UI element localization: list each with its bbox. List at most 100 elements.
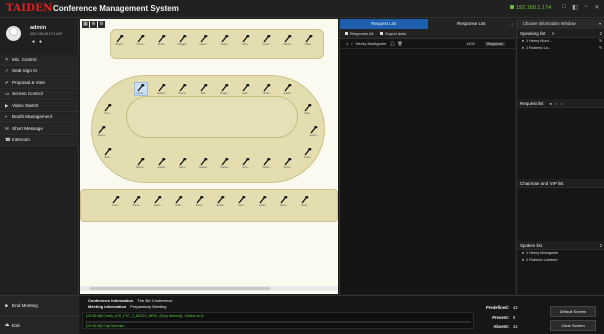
exit-icon: ⏏ [5,322,10,327]
seat[interactable]: Bernic... [135,156,147,170]
restore-button[interactable]: ◧ [572,4,578,11]
seat[interactable]: Ciaran... [282,33,294,47]
seat[interactable]: Stan... [302,102,314,116]
table-row[interactable]: 1 ▪ Henry Montgome 🎧 🗑 1400 Response [340,39,515,49]
list-item[interactable]: ♦ 2 Roberto La... ✎ [517,45,604,52]
seat[interactable]: Luke... [240,82,252,96]
seat[interactable]: Helen... [198,33,210,47]
stat-label: Present: [492,314,509,320]
seat[interactable]: Anton... [308,124,320,138]
conference-info-label: Conference information [88,298,134,303]
pin-icon[interactable]: ✎ [599,38,602,45]
seat[interactable]: Phil... [198,82,210,96]
pin-icon[interactable]: ✎ [599,45,602,52]
seat[interactable]: Caspe... [219,156,231,170]
seat[interactable]: Steve... [131,194,143,208]
seat[interactable]: Kevin... [261,33,273,47]
seat[interactable]: Maggie... [177,33,189,47]
seat[interactable]: Larry... [240,33,252,47]
microphone-icon [238,196,246,204]
seat[interactable]: Trevor... [96,124,108,138]
seat[interactable]: Roger... [219,82,231,96]
seat[interactable]: Heidi... [257,194,269,208]
user-name: admin [30,25,47,31]
request-header: Request list ●○○ [517,99,604,108]
microphone-icon [263,158,271,166]
seat[interactable]: Jeffer... [173,194,185,208]
tab-response-list[interactable]: Response List [427,19,515,29]
seat[interactable]: Yvette... [219,33,231,47]
clear-screen-button[interactable]: Clear Screen [550,320,596,331]
seat[interactable]: Angeli... [156,156,168,170]
sidebar-item-intercom[interactable]: ☎ Intercom [0,135,79,146]
seat[interactable]: Harry... [177,156,189,170]
user-icon: ♦ [522,258,524,262]
seat[interactable]: Daniel... [198,156,210,170]
speaking-icons[interactable]: ✕ [552,29,558,38]
scroll-thumb[interactable] [90,287,270,290]
seat[interactable]: John... [240,156,252,170]
request-tabs: Request List Response List [340,19,515,29]
seat[interactable]: Norm... [278,194,290,208]
sidebar-item-short-message[interactable]: ✉ Short Message [0,124,79,135]
seat[interactable]: Henry... [135,82,147,96]
seat[interactable]: Vanha... [215,194,227,208]
seat[interactable]: Austin... [282,82,294,96]
minimize-button[interactable]: − [583,4,589,11]
seat[interactable]: Bruce... [177,82,189,96]
seat[interactable]: Steve... [194,194,206,208]
sidebar-item-seat-sign-in[interactable]: ✓ Seat Sign In [0,66,79,77]
list-item: ♦ 2 Roberto Lambert [517,257,604,264]
fullscreen-button[interactable]: □ [561,4,567,11]
settings-icon[interactable]: ⚙ [98,21,105,28]
seat[interactable]: Erik... [102,146,114,160]
stat-value: 42 [513,324,518,329]
tab-request-list[interactable]: Request List [340,19,428,29]
exit-button[interactable]: ⏏ Exit [0,315,79,334]
seat[interactable]: Oliver... [261,82,273,96]
response-icon [345,32,348,35]
seat[interactable]: Fiona... [135,33,147,47]
meeting-info-value: Preparatory Meeting [130,304,167,309]
seat[interactable]: Grey... [299,194,311,208]
list-item[interactable]: ♦ 1 Henry Mont... ✎ [517,38,604,45]
sidebar-item-booth-management[interactable]: ▪ Booth Management [0,112,79,123]
zoom-icon[interactable]: ⊕ [90,21,97,28]
seat[interactable]: Alvaro... [114,33,126,47]
collapse-icon[interactable]: ‹ [511,22,513,28]
default-screen-button[interactable]: Default Screen [550,306,596,317]
exit-label: Exit [12,322,20,328]
response-all-button[interactable]: Response All [345,31,373,36]
seat[interactable]: Ivan... [236,194,248,208]
window-controls: □ ◧ − ✕ [561,4,600,11]
user-card: admin 2017-06-29 17:14:57 ●● [4,23,76,49]
seat[interactable]: Kevin... [282,156,294,170]
sidebar-bottom: ■ End Meeting ⏏ Exit [0,295,79,334]
horizontal-scrollbar[interactable] [80,286,338,291]
seat[interactable]: Leon... [110,194,122,208]
info-window-select[interactable]: Choose Information Window ▾ [517,19,604,29]
seat[interactable]: Den... [102,102,114,116]
grid-icon[interactable]: ▦ [82,21,89,28]
seat-name: Robert... [157,92,167,95]
user-icon[interactable]: ● [32,39,39,45]
seat[interactable]: Albert... [261,156,273,170]
seat[interactable]: Justin... [152,194,164,208]
delete-icon[interactable]: 🗑 [397,41,402,46]
request-icons[interactable]: ●○○ [550,99,566,108]
seat[interactable]: Brant... [156,33,168,47]
response-button[interactable]: Response [485,41,505,46]
end-meeting-button[interactable]: ■ End Meeting [0,295,79,314]
user-icon: ♦ [522,251,524,255]
sidebar-item-proposal-vote[interactable]: ✔ Proposal & Vote [0,78,79,89]
seat[interactable]: Robert... [156,82,168,96]
seat[interactable]: Tiffan... [303,33,315,47]
seat[interactable]: Vince... [302,146,314,160]
sidebar-item-screen-control[interactable]: ▭ Screen Control [0,89,79,100]
export-data-button[interactable]: Export data [380,31,406,36]
sidebar-item-video-switch[interactable]: ▶ Video Switch [0,101,79,112]
seat-name: Caspe... [220,166,230,169]
close-button[interactable]: ✕ [594,4,600,11]
sidebar-item-mic-control[interactable]: ✎ Mic. Control [0,55,79,66]
power-icon[interactable]: ● [39,39,46,45]
